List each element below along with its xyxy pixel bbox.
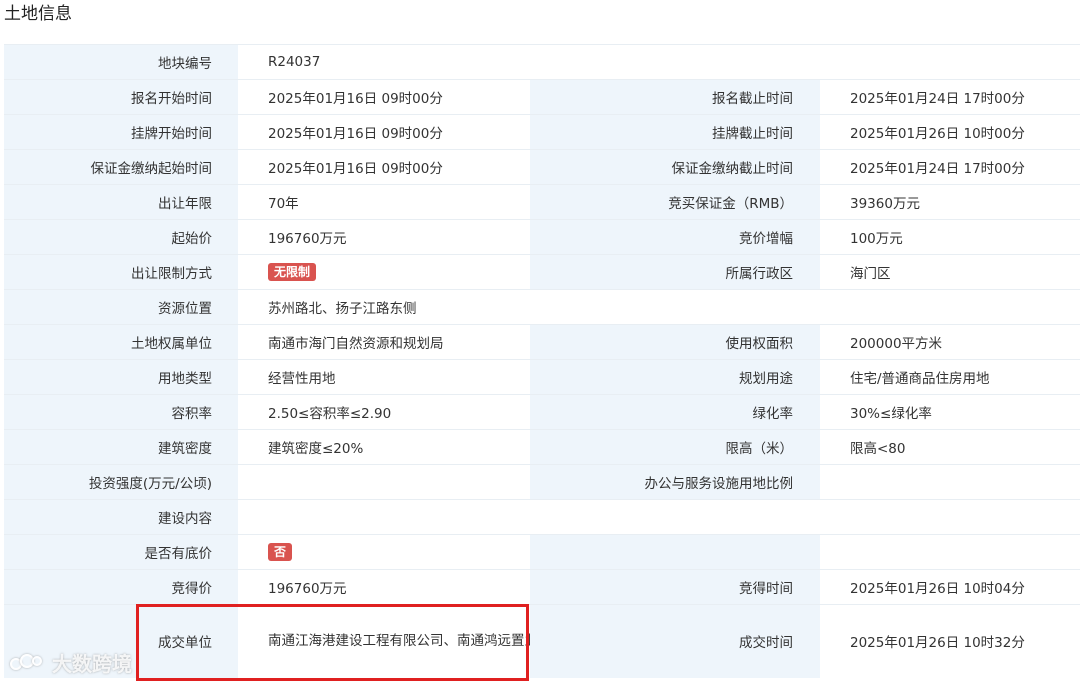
table-row: 报名开始时间 2025年01月16日 09时00分 报名截止时间 2025年01… xyxy=(4,79,1080,115)
value-restriction: 无限制 xyxy=(238,254,530,290)
value-reserve-price: 否 xyxy=(238,534,530,570)
value-location: 苏州路北、扬子江路东侧 xyxy=(238,289,1080,325)
value-owner: 南通市海门自然资源和规划局 xyxy=(238,324,530,360)
page-title: 土地信息 xyxy=(4,4,72,24)
value-listing-end: 2025年01月26日 10时00分 xyxy=(820,114,1080,150)
value-construction-content xyxy=(238,499,1080,535)
table-row: 出让年限 70年 竞买保证金（RMB） 39360万元 xyxy=(4,184,1080,220)
value-empty xyxy=(820,534,1080,570)
value-land-type: 经营性用地 xyxy=(238,359,530,395)
value-building-density: 建筑密度≤20% xyxy=(238,429,530,465)
label-construction-content: 建设内容 xyxy=(4,499,238,535)
value-office-ratio xyxy=(820,464,1080,500)
table-row: 建设内容 xyxy=(4,499,1080,535)
label-empty xyxy=(530,534,820,570)
land-info-table: 地块编号 R24037 报名开始时间 2025年01月16日 09时00分 报名… xyxy=(4,44,1080,678)
value-deposit-end: 2025年01月24日 17时00分 xyxy=(820,149,1080,185)
table-row: 是否有底价 否 xyxy=(4,534,1080,570)
value-term: 70年 xyxy=(238,184,530,220)
label-starting-price: 起始价 xyxy=(4,219,238,255)
value-planned-use: 住宅/普通商品住房用地 xyxy=(820,359,1080,395)
label-office-ratio: 办公与服务设施用地比例 xyxy=(530,464,820,500)
table-row: 成交单位 南通江海港建设工程有限公司、南通鸿远置业有限公司、南通瑞城置业有限公司… xyxy=(4,604,1080,678)
watermark: 大数跨境 xyxy=(8,648,132,677)
value-green-ratio: 30%≤绿化率 xyxy=(820,394,1080,430)
label-height-limit: 限高（米） xyxy=(530,429,820,465)
label-winning-price: 竞得价 xyxy=(4,569,238,605)
label-restriction: 出让限制方式 xyxy=(4,254,238,290)
value-height-limit: 限高<80 xyxy=(820,429,1080,465)
label-owner: 土地权属单位 xyxy=(4,324,238,360)
value-buyer: 南通江海港建设工程有限公司、南通鸿远置业有限公司、南通瑞城置业有限公司、南通市海… xyxy=(238,604,530,678)
label-winning-time: 竞得时间 xyxy=(530,569,820,605)
watermark-text: 大数跨境 xyxy=(52,652,132,676)
table-row: 资源位置 苏州路北、扬子江路东侧 xyxy=(4,289,1080,325)
value-registration-end: 2025年01月24日 17时00分 xyxy=(820,79,1080,115)
label-investment-intensity: 投资强度(万元/公顷) xyxy=(4,464,238,500)
value-winning-price: 196760万元 xyxy=(238,569,530,605)
label-bid-increment: 竞价增幅 xyxy=(530,219,820,255)
value-bid-deposit: 39360万元 xyxy=(820,184,1080,220)
label-plot-ratio: 容积率 xyxy=(4,394,238,430)
table-row: 容积率 2.50≤容积率≤2.90 绿化率 30%≤绿化率 xyxy=(4,394,1080,430)
label-registration-start: 报名开始时间 xyxy=(4,79,238,115)
label-plot-number: 地块编号 xyxy=(4,44,238,80)
value-winning-time: 2025年01月26日 10时04分 xyxy=(820,569,1080,605)
label-green-ratio: 绿化率 xyxy=(530,394,820,430)
label-area: 使用权面积 xyxy=(530,324,820,360)
table-row: 起始价 196760万元 竞价增幅 100万元 xyxy=(4,219,1080,255)
label-registration-end: 报名截止时间 xyxy=(530,79,820,115)
label-listing-start: 挂牌开始时间 xyxy=(4,114,238,150)
label-district: 所属行政区 xyxy=(530,254,820,290)
label-bid-deposit: 竞买保证金（RMB） xyxy=(530,184,820,220)
table-row: 投资强度(万元/公顷) 办公与服务设施用地比例 xyxy=(4,464,1080,500)
label-reserve-price: 是否有底价 xyxy=(4,534,238,570)
value-starting-price: 196760万元 xyxy=(238,219,530,255)
table-row: 出让限制方式 无限制 所属行政区 海门区 xyxy=(4,254,1080,290)
table-row: 建筑密度 建筑密度≤20% 限高（米） 限高<80 xyxy=(4,429,1080,465)
table-row: 保证金缴纳起始时间 2025年01月16日 09时00分 保证金缴纳截止时间 2… xyxy=(4,149,1080,185)
value-plot-ratio: 2.50≤容积率≤2.90 xyxy=(238,394,530,430)
value-plot-number: R24037 xyxy=(238,44,1080,80)
status-badge: 无限制 xyxy=(268,263,317,281)
table-row: 用地类型 经营性用地 规划用途 住宅/普通商品住房用地 xyxy=(4,359,1080,395)
label-location: 资源位置 xyxy=(4,289,238,325)
label-planned-use: 规划用途 xyxy=(530,359,820,395)
watermark-logo-icon xyxy=(8,652,48,674)
table-row: 挂牌开始时间 2025年01月16日 09时00分 挂牌截止时间 2025年01… xyxy=(4,114,1080,150)
label-term: 出让年限 xyxy=(4,184,238,220)
value-area: 200000平方米 xyxy=(820,324,1080,360)
value-listing-start: 2025年01月16日 09时00分 xyxy=(238,114,530,150)
table-row: 地块编号 R24037 xyxy=(4,44,1080,80)
label-listing-end: 挂牌截止时间 xyxy=(530,114,820,150)
label-deal-time: 成交时间 xyxy=(530,604,820,678)
label-deposit-start: 保证金缴纳起始时间 xyxy=(4,149,238,185)
label-building-density: 建筑密度 xyxy=(4,429,238,465)
value-registration-start: 2025年01月16日 09时00分 xyxy=(238,79,530,115)
status-badge: 否 xyxy=(268,543,293,561)
label-land-type: 用地类型 xyxy=(4,359,238,395)
table-row: 竞得价 196760万元 竞得时间 2025年01月26日 10时04分 xyxy=(4,569,1080,605)
value-district: 海门区 xyxy=(820,254,1080,290)
value-deal-time: 2025年01月26日 10时32分 xyxy=(820,604,1080,678)
value-bid-increment: 100万元 xyxy=(820,219,1080,255)
value-deposit-start: 2025年01月16日 09时00分 xyxy=(238,149,530,185)
table-row: 土地权属单位 南通市海门自然资源和规划局 使用权面积 200000平方米 xyxy=(4,324,1080,360)
value-investment-intensity xyxy=(238,464,530,500)
label-deposit-end: 保证金缴纳截止时间 xyxy=(530,149,820,185)
